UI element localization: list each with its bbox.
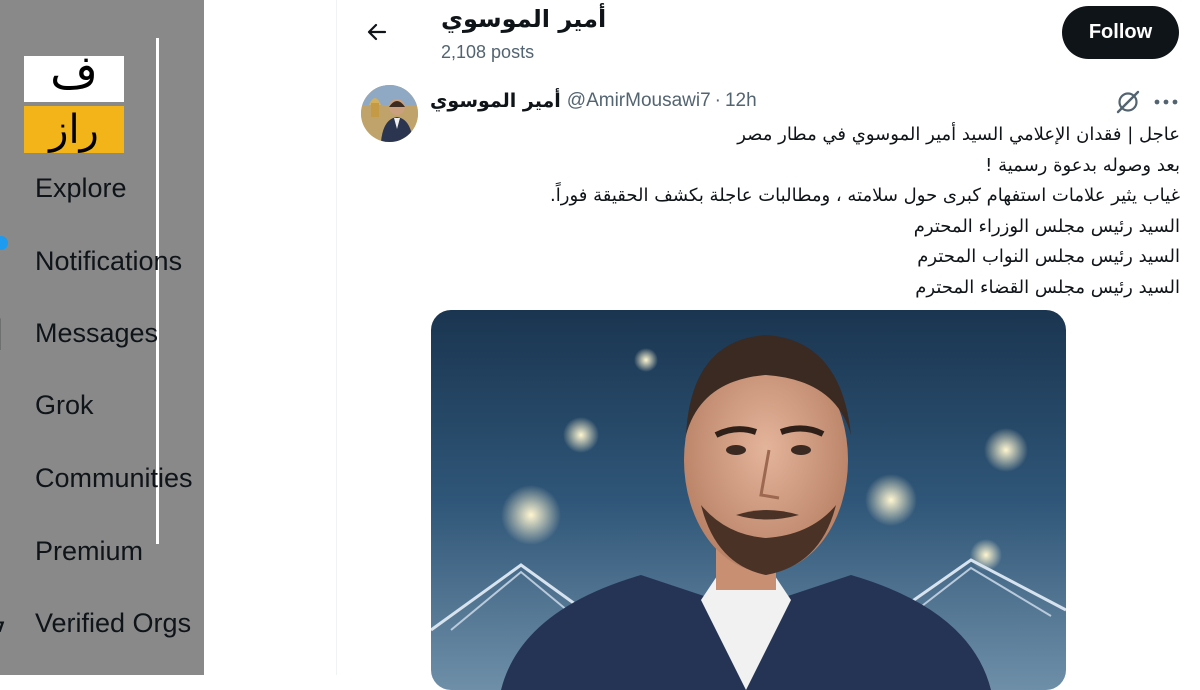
sidebar-item-label: Premium — [35, 535, 144, 566]
tweet-line: السيد رئيس مجلس النواب المحترم — [917, 246, 1180, 267]
logo-bottom-text: راز — [49, 106, 99, 153]
tweet-text: عاجل | فقدان الإعلامي السيد أمير الموسوي… — [440, 120, 1180, 303]
envelope-icon: ▌ — [0, 317, 10, 348]
sidebar-item-premium[interactable]: Premium — [0, 526, 204, 576]
sidebar-item-label: Messages — [35, 317, 159, 348]
tweet-timestamp[interactable]: 12h — [725, 90, 757, 112]
tweet-author-name[interactable]: أمير الموسوي — [430, 90, 561, 112]
sidebar-item-verified-orgs[interactable]: ϟ Verified Orgs — [0, 598, 204, 648]
sidebar-item-label: Explore — [35, 172, 127, 203]
sidebar-item-notifications[interactable]: Notifications — [0, 236, 204, 286]
lightning-icon: ϟ — [0, 608, 5, 639]
sidebar-item-messages[interactable]: ▌ Messages — [0, 308, 204, 358]
tweet-line: السيد رئيس مجلس الوزراء المحترم — [913, 215, 1180, 237]
sidebar: ف راز Explore Notifications ▌ Messages G… — [0, 0, 204, 675]
logo-top-glyph: ف — [50, 56, 98, 99]
more-button[interactable] — [1152, 88, 1180, 116]
avatar-image — [361, 85, 418, 142]
grok-icon — [1116, 90, 1140, 114]
follow-button[interactable]: Follow — [1062, 6, 1179, 59]
sidebar-item-label: Communities — [35, 462, 193, 493]
sidebar-item-label: Grok — [35, 389, 94, 420]
profile-header: أمير الموسوي 2,108 posts Follow — [337, 0, 1200, 78]
sidebar-item-grok[interactable]: Grok — [0, 380, 204, 430]
notification-dot — [0, 236, 8, 250]
tweet-line: بعد وصوله بدعوة رسمية ! — [985, 154, 1180, 176]
posts-count: 2,108 posts — [441, 42, 535, 62]
grok-button[interactable] — [1114, 88, 1142, 116]
profile-name: أمير الموسوي — [441, 5, 607, 33]
sidebar-item-label: Notifications — [35, 245, 183, 276]
avatar[interactable] — [361, 85, 418, 142]
sidebar-item-explore[interactable]: Explore — [0, 163, 204, 213]
sidebar-item-label: Verified Orgs — [35, 607, 192, 638]
tweet-media-image[interactable] — [431, 310, 1066, 690]
logo-top-block: ف — [24, 56, 124, 102]
back-button[interactable] — [359, 14, 395, 50]
arrow-left-icon — [367, 23, 387, 41]
sidebar-item-communities[interactable]: Communities — [0, 453, 204, 503]
raz-logo: ف راز — [24, 56, 124, 153]
tweet-line: عاجل | فقدان الإعلامي السيد أمير الموسوي… — [737, 124, 1180, 145]
tweet-separator: · — [714, 90, 721, 111]
tweet-line: السيد رئيس مجلس القضاء المحترم — [915, 276, 1180, 298]
media-photo — [431, 310, 1066, 690]
tweet-line: غياب يثير علامات استفهام كبرى حول سلامته… — [550, 185, 1180, 206]
column-border — [336, 0, 337, 675]
logo-bottom-block: راز — [24, 106, 124, 153]
tweet-header: أمير الموسوي @AmirMousawi7 · 12h — [430, 88, 757, 114]
tweet-author-handle[interactable]: @AmirMousawi7 — [567, 90, 711, 112]
more-icon — [1154, 99, 1178, 105]
